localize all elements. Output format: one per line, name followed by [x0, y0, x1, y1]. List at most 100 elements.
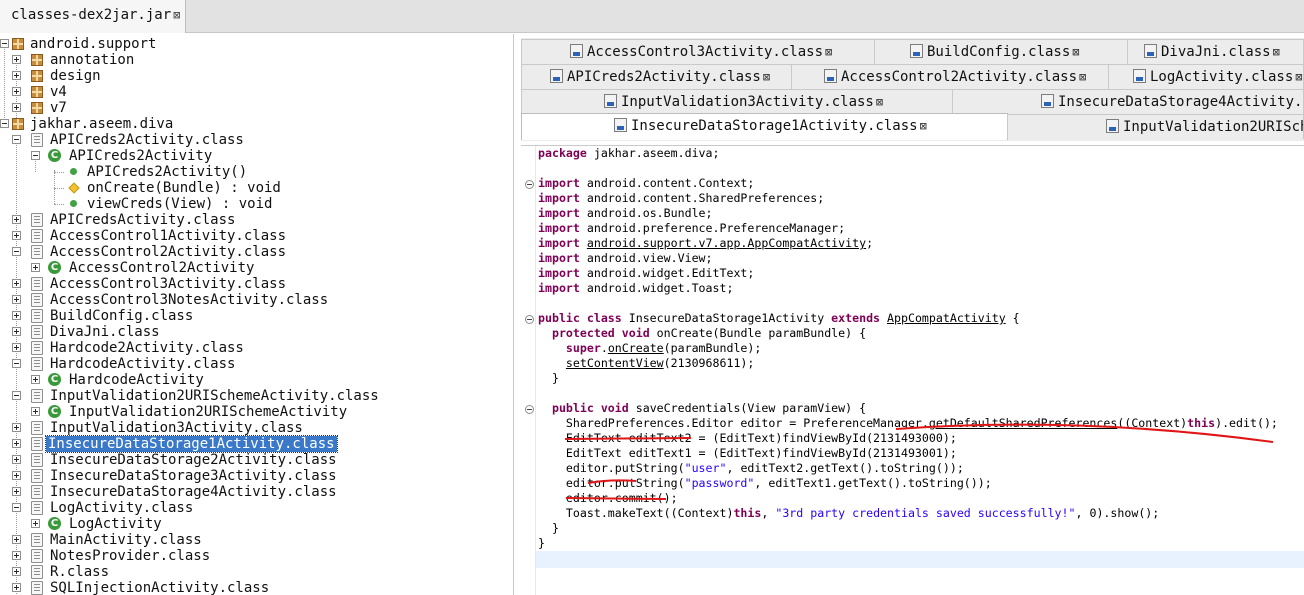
- tree-label: LogActivity: [69, 516, 162, 532]
- editor-tab-area: AccessControl3Activity.class ⊠ BuildConfi…: [521, 38, 1304, 141]
- tree-label: InsecureDataStorage2Activity.class: [50, 452, 337, 468]
- package-icon: [31, 102, 43, 114]
- tree-guide: [54, 172, 64, 173]
- tree-label-selected: InsecureDataStorage1Activity.class: [45, 435, 338, 453]
- tab-divajni[interactable]: DivaJni.class ⊠: [1127, 39, 1304, 64]
- close-icon[interactable]: ⊠: [1072, 45, 1079, 59]
- expand-icon[interactable]: [12, 279, 21, 288]
- tree-label: APICreds2Activity: [69, 148, 213, 164]
- expand-icon[interactable]: [31, 519, 40, 528]
- expand-icon[interactable]: [12, 471, 21, 480]
- tree-label: annotation: [50, 52, 135, 68]
- expand-icon[interactable]: [12, 535, 21, 544]
- tree-label: AccessControl3NotesActivity.class: [50, 292, 329, 308]
- tab-accesscontrol3activity[interactable]: AccessControl3Activity.class ⊠: [521, 39, 875, 64]
- expand-icon[interactable]: [12, 311, 21, 320]
- collapse-icon[interactable]: [12, 359, 21, 368]
- collapse-icon[interactable]: [12, 247, 21, 256]
- class-file-icon: [1144, 44, 1157, 58]
- public-method-icon: [70, 200, 77, 207]
- expand-icon[interactable]: [12, 567, 21, 576]
- class-file-icon: [31, 533, 43, 547]
- tab-accesscontrol2activity[interactable]: AccessControl2Activity.class ⊠: [791, 64, 1109, 89]
- tab-label: InputValidation3Activity.class: [621, 94, 874, 110]
- tree-label: APICreds2Activity(): [87, 164, 248, 180]
- expand-icon[interactable]: [31, 407, 40, 416]
- expand-icon[interactable]: [12, 551, 21, 560]
- class-tree[interactable]: android.support annotation design v4 v7 …: [0, 34, 514, 595]
- red-underline-mark: [895, 423, 1274, 443]
- tab-buildconfig[interactable]: BuildConfig.class ⊠: [874, 39, 1128, 64]
- class-file-icon: [550, 69, 563, 83]
- expand-icon[interactable]: [31, 375, 40, 384]
- protected-method-icon: [68, 182, 80, 194]
- close-icon[interactable]: ⊠: [1295, 70, 1302, 84]
- tree-label: InsecureDataStorage4Activity.class: [50, 484, 337, 500]
- class-file-icon: [31, 213, 43, 227]
- tree-label: InsecureDataStorage3Activity.class: [50, 468, 337, 484]
- class-file-icon: [31, 133, 43, 147]
- close-icon[interactable]: ⊠: [763, 70, 770, 84]
- class-file-icon: [614, 118, 627, 132]
- expand-icon[interactable]: [12, 487, 21, 496]
- package-icon: [31, 70, 43, 82]
- close-icon[interactable]: ⊠: [173, 8, 180, 22]
- file-tab-classes-dex2jar[interactable]: classes-dex2jar.jar ⊠: [0, 0, 186, 33]
- tab-insecuredatastorage1activity-active[interactable]: InsecureDataStorage1Activity.class ⊠: [521, 113, 1008, 140]
- collapse-icon[interactable]: [31, 151, 40, 160]
- close-icon[interactable]: ⊠: [920, 119, 927, 133]
- expand-icon[interactable]: [12, 55, 21, 64]
- tab-logactivity[interactable]: LogActivity.class ⊠: [1108, 64, 1304, 89]
- red-annotation-marks: [564, 423, 1274, 500]
- expand-icon[interactable]: [12, 343, 21, 352]
- collapse-icon[interactable]: [12, 503, 21, 512]
- class-file-icon: [570, 44, 583, 58]
- tab-label: LogActivity.class: [1150, 69, 1294, 85]
- expand-icon[interactable]: [12, 231, 21, 240]
- code-editor[interactable]: package jakhar.aseem.diva; import androi…: [521, 145, 1304, 595]
- close-icon[interactable]: ⊠: [825, 45, 832, 59]
- close-icon[interactable]: ⊠: [1273, 45, 1280, 59]
- tab-apicreds2activity[interactable]: APICreds2Activity.class ⊠: [521, 64, 792, 89]
- tree-guide: [54, 188, 64, 189]
- class-file-icon: [1133, 69, 1146, 83]
- class-icon: C: [48, 517, 61, 530]
- class-file-icon: [31, 293, 43, 307]
- expand-icon[interactable]: [12, 327, 21, 336]
- expand-icon[interactable]: [12, 215, 21, 224]
- collapse-icon[interactable]: [12, 135, 21, 144]
- expand-icon[interactable]: [12, 583, 21, 592]
- expand-icon[interactable]: [12, 295, 21, 304]
- class-file-icon: [31, 565, 43, 579]
- tree-label: InputValidation2URISchemeActivity: [69, 404, 348, 420]
- expand-icon[interactable]: [12, 423, 21, 432]
- tab-inputvalidation3activity[interactable]: InputValidation3Activity.class ⊠: [521, 89, 953, 114]
- close-icon[interactable]: ⊠: [1079, 70, 1086, 84]
- close-icon[interactable]: ⊠: [876, 95, 883, 109]
- tab-insecuredatastorage4activity[interactable]: InsecureDataStorage4Activity.cl: [952, 89, 1304, 114]
- tree-guide: [54, 170, 55, 204]
- tab-label: AccessControl2Activity.class: [841, 69, 1078, 85]
- class-icon: C: [48, 261, 61, 274]
- collapse-icon[interactable]: [12, 391, 21, 400]
- tab-inputvalidation2urischeme[interactable]: InputValidation2URISche: [1007, 114, 1304, 139]
- tree-label: HardcodeActivity.class: [50, 356, 236, 372]
- expand-icon[interactable]: [12, 103, 21, 112]
- expand-icon[interactable]: [31, 263, 40, 272]
- expand-icon[interactable]: [12, 87, 21, 96]
- tree-label: InputValidation2URISchemeActivity.class: [50, 388, 379, 404]
- expand-icon[interactable]: [12, 439, 21, 448]
- tab-label: InputValidation2URISche: [1123, 119, 1304, 135]
- tree-label: MainActivity.class: [50, 532, 202, 548]
- collapse-icon[interactable]: [0, 119, 9, 128]
- red-strike-mark: [587, 479, 637, 484]
- expand-icon[interactable]: [12, 71, 21, 80]
- collapse-icon[interactable]: [0, 39, 9, 48]
- class-file-icon: [31, 357, 43, 371]
- tree-label: LogActivity.class: [50, 500, 194, 516]
- expand-icon[interactable]: [12, 455, 21, 464]
- package-icon: [31, 86, 43, 98]
- class-file-icon: [31, 453, 43, 467]
- tree-label: AccessControl2Activity.class: [50, 244, 287, 260]
- tab-label: InsecureDataStorage1Activity.class: [631, 118, 918, 134]
